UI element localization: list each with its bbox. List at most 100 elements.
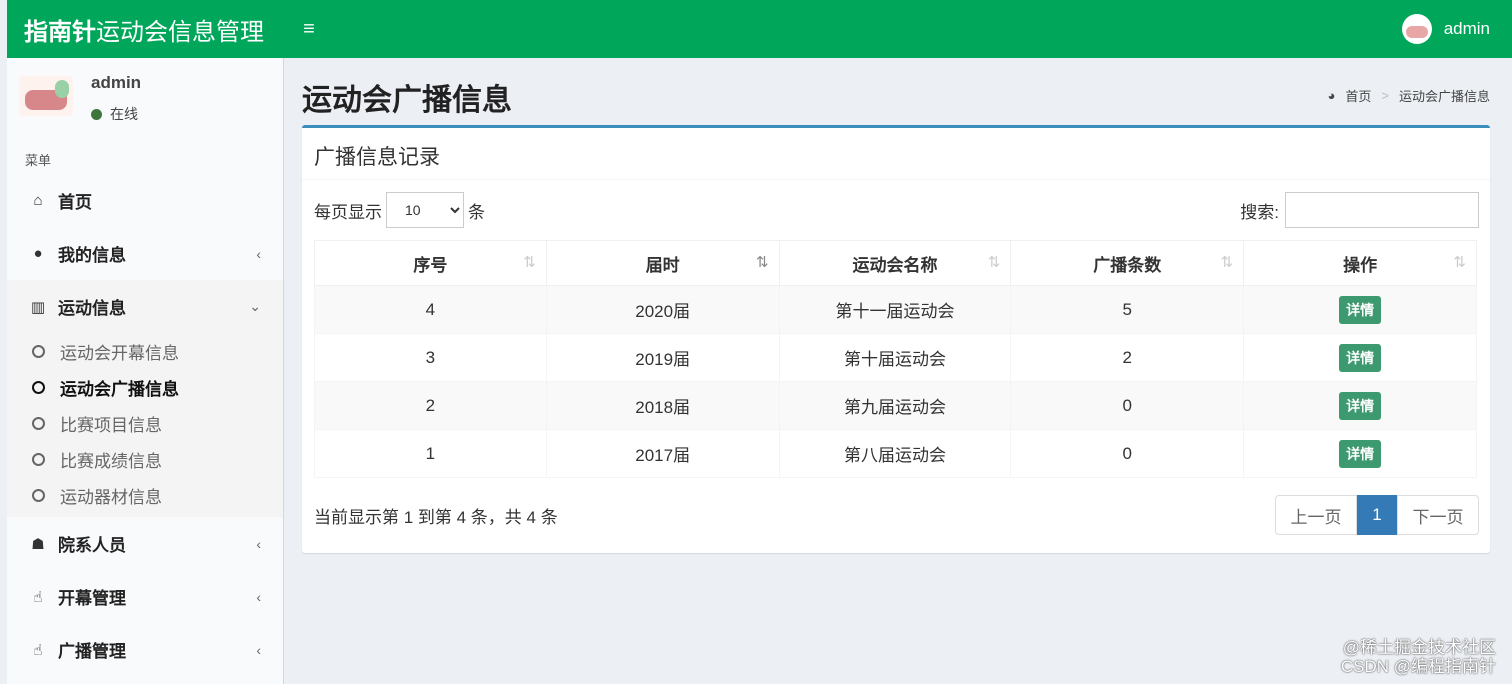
chevron-left-icon: ‹ [256, 535, 261, 552]
broadcast-table: 序号 ⇅ 届时 ⇅ 运动会名称 ⇅ 广播条数 ⇅ 操作 ⇅ 4 2020届 第十一届运动会… [314, 240, 1477, 478]
page-length-control: 每页显示 10 条 [314, 192, 485, 228]
watermark-line: @稀土掘金技术社区 [1342, 638, 1496, 657]
detail-button[interactable]: 详情 [1339, 439, 1382, 468]
watermark-line: CSDN @编程指南针 [1340, 657, 1496, 676]
table-row: 4 2020届 第十一届运动会 5 详情 [314, 285, 1477, 334]
menu-toggle-button[interactable]: ≡ [284, 0, 334, 58]
search-label: 搜索: [1240, 202, 1279, 222]
circle-icon [32, 344, 45, 358]
bar-chart-icon: ▥ [30, 298, 46, 316]
brand-logo[interactable]: 指南针 运动会信息管理 [7, 0, 284, 58]
next-page-button[interactable]: 下一页 [1397, 495, 1479, 535]
sidebar-item-label: 我的信息 [58, 246, 126, 265]
column-header-year[interactable]: 届时 ⇅ [545, 240, 780, 286]
avatar [1401, 14, 1432, 44]
breadcrumb-home-link[interactable]: 首页 [1345, 86, 1371, 105]
cell-count: 5 [1010, 285, 1245, 334]
search-input[interactable] [1285, 192, 1479, 228]
submenu-item-event-info[interactable]: 比赛项目信息 [7, 405, 283, 441]
sort-icon: ⇅ [1453, 254, 1466, 271]
detail-button[interactable]: 详情 [1339, 391, 1382, 420]
submenu-item-broadcast-info[interactable]: 运动会广播信息 [7, 369, 283, 405]
sidebar-item-label: 院系人员 [58, 536, 126, 555]
cell-id: 1 [314, 429, 547, 478]
sort-icon: ⇅ [987, 254, 1001, 271]
cell-year: 2020届 [545, 285, 780, 334]
column-header-id[interactable]: 序号 ⇅ [314, 240, 547, 286]
sidebar-item-label: 首页 [58, 193, 92, 212]
cell-action: 详情 [1243, 429, 1477, 478]
submenu-item-label: 运动器材信息 [60, 487, 162, 507]
cell-id: 2 [314, 381, 547, 430]
brand-bold: 指南针 [24, 18, 96, 46]
circle-icon [32, 380, 45, 394]
submenu-item-label: 运动会广播信息 [60, 379, 179, 399]
table-row: 1 2017届 第八届运动会 0 详情 [314, 429, 1477, 478]
sidebar-item-label: 广播管理 [58, 642, 126, 661]
detail-button[interactable]: 详情 [1339, 295, 1382, 324]
chevron-down-icon: ⌄ [249, 298, 261, 314]
cell-count: 2 [1010, 333, 1245, 382]
sidebar-item-opening-management[interactable]: ☝ 开幕管理 ‹ [7, 570, 283, 623]
column-header-action[interactable]: 操作 ⇅ [1243, 240, 1477, 286]
cell-action: 详情 [1243, 285, 1477, 334]
circle-icon [32, 416, 45, 430]
page-length-select[interactable]: 10 [386, 192, 464, 228]
table-controls: 每页显示 10 条 搜索: [302, 180, 1490, 236]
cell-name: 第十一届运动会 [778, 285, 1012, 334]
cell-action: 详情 [1243, 381, 1477, 430]
box-title: 广播信息记录 [302, 128, 1490, 180]
panel-username: admin [91, 73, 142, 92]
top-header: 指南针 运动会信息管理 ≡ admin [7, 0, 1512, 58]
submenu-item-equipment-info[interactable]: 运动器材信息 [7, 477, 283, 513]
sidebar-item-broadcast-management[interactable]: ☝ 广播管理 ‹ [7, 623, 283, 676]
user-panel: admin 在线 [7, 58, 283, 140]
avatar [19, 76, 73, 116]
table-info: 当前显示第 1 到第 4 条，共 4 条 [314, 508, 558, 527]
page-length-prefix: 每页显示 [314, 202, 382, 222]
search-control: 搜索: [1240, 192, 1479, 228]
chevron-left-icon: ‹ [256, 588, 261, 605]
sort-desc-icon: ⇅ [756, 254, 769, 271]
cell-year: 2019届 [545, 333, 780, 382]
sidebar-item-label: 开幕管理 [58, 589, 126, 608]
table-row: 3 2019届 第十届运动会 2 详情 [314, 333, 1477, 382]
online-status: 在线 [91, 104, 138, 124]
column-header-count[interactable]: 广播条数 ⇅ [1010, 240, 1245, 286]
submenu-item-opening-info[interactable]: 运动会开幕信息 [7, 333, 283, 369]
pagination: 上一页 1 下一页 [1275, 495, 1479, 535]
cell-year: 2017届 [545, 429, 780, 478]
detail-button[interactable]: 详情 [1339, 343, 1382, 372]
status-text: 在线 [110, 106, 138, 122]
chevron-left-icon: ‹ [256, 641, 261, 658]
cell-name: 第十届运动会 [778, 333, 1012, 382]
user-menu[interactable]: admin [1401, 14, 1512, 44]
sidebar-item-sports-info[interactable]: ▥ 运动信息 ⌄ [7, 280, 283, 333]
submenu-item-label: 运动会开幕信息 [60, 343, 179, 363]
menu-header: 菜单 [25, 153, 52, 168]
thumbs-up-icon: ☝ [33, 641, 43, 659]
prev-page-button[interactable]: 上一页 [1275, 495, 1357, 535]
sidebar-item-department-staff[interactable]: ☗ 院系人员 ‹ [7, 517, 283, 570]
home-icon: ⌂ [33, 192, 43, 209]
table-row: 2 2018届 第九届运动会 0 详情 [314, 381, 1477, 430]
dashboard-icon: ◕ [1327, 88, 1336, 103]
top-username: admin [1443, 19, 1490, 38]
user-icon: ● [33, 245, 43, 262]
records-box: 广播信息记录 每页显示 10 条 搜索: 序号 ⇅ 届时 ⇅ 运动会名称 ⇅ 广播条 [302, 125, 1490, 553]
cell-id: 3 [314, 333, 547, 382]
sidebar-item-home[interactable]: ⌂ 首页 [7, 174, 283, 227]
submenu-item-results-info[interactable]: 比赛成绩信息 [7, 441, 283, 477]
status-dot-icon [91, 108, 102, 120]
page-number-button[interactable]: 1 [1357, 495, 1397, 535]
sidebar-item-label: 运动信息 [58, 299, 126, 318]
cell-year: 2018届 [545, 381, 780, 430]
cell-id: 4 [314, 285, 547, 334]
column-header-name[interactable]: 运动会名称 ⇅ [778, 240, 1012, 286]
breadcrumb-current: 运动会广播信息 [1398, 89, 1490, 104]
sidebar-item-my-info[interactable]: ● 我的信息 ‹ [7, 227, 283, 280]
cell-name: 第八届运动会 [778, 429, 1012, 478]
submenu-sports-info: 运动会开幕信息 运动会广播信息 比赛项目信息 比赛成绩信息 运动器材信息 [7, 333, 283, 517]
circle-icon [32, 488, 45, 502]
submenu-item-label: 比赛成绩信息 [60, 451, 162, 471]
